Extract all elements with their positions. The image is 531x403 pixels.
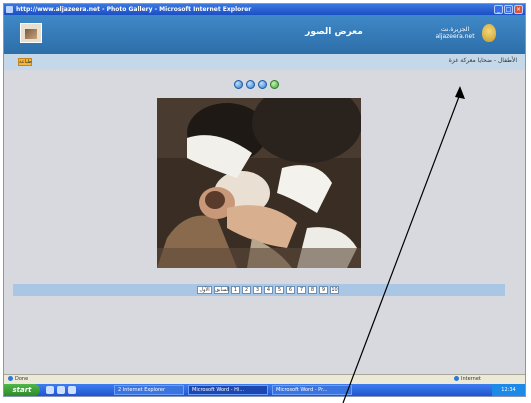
play-slideshow-button[interactable]	[246, 80, 255, 89]
pagination: الأول السابق 1 2 3 4 5 6 7 8 9 10	[197, 286, 339, 294]
logo-text-latin: aljazeera.net	[435, 33, 475, 40]
page-done-icon	[8, 376, 13, 381]
window-controls: _ □ ×	[494, 5, 523, 14]
page-number[interactable]: 8	[308, 286, 317, 294]
status-done-label: Done	[15, 376, 29, 382]
logo-text-arabic: الجزيرة.نت	[440, 26, 470, 33]
maximize-button[interactable]: □	[504, 5, 513, 14]
zone-label: Internet	[461, 376, 481, 382]
sub-navigation-bar: طباعة الأطفال - ضحايا معركة غزة	[4, 54, 525, 70]
main-photo[interactable]	[157, 98, 361, 268]
quick-launch	[46, 386, 76, 394]
page-number[interactable]: 9	[319, 286, 328, 294]
security-zone: Internet	[454, 375, 481, 384]
page-number[interactable]: 4	[264, 286, 273, 294]
print-button[interactable]: طباعة	[18, 58, 32, 66]
page-number[interactable]: 1	[231, 286, 240, 294]
previous-page-button[interactable]: السابق	[214, 286, 229, 294]
previous-photo-button[interactable]	[234, 80, 243, 89]
status-text: Done	[8, 375, 28, 384]
page-number[interactable]: 5	[275, 286, 284, 294]
ie-icon	[6, 6, 13, 13]
windows-taskbar: start 2 Internet Explorer Microsoft Word…	[4, 384, 525, 396]
window-title: http://www.aljazeera.net - Photo Gallery…	[16, 6, 252, 13]
browser-window: http://www.aljazeera.net - Photo Gallery…	[4, 4, 525, 396]
taskbar-item-ie[interactable]: 2 Internet Explorer	[114, 385, 184, 395]
page-number[interactable]: 3	[253, 286, 262, 294]
internet-zone-icon	[454, 376, 459, 381]
photo-image	[157, 98, 361, 268]
media-player-icon[interactable]	[68, 386, 76, 394]
first-page-button[interactable]: الأول	[197, 286, 212, 294]
ie-quicklaunch-icon[interactable]	[57, 386, 65, 394]
taskbar-item-word-1[interactable]: Microsoft Word - Hi...	[188, 385, 268, 395]
start-button[interactable]: start	[4, 384, 40, 396]
page-number[interactable]: 2	[242, 286, 251, 294]
breadcrumb[interactable]: الأطفال - ضحايا معركة غزة	[449, 57, 517, 64]
minimize-button[interactable]: _	[494, 5, 503, 14]
site-header: معرض الصور الجزيرة.نت aljazeera.net	[4, 15, 525, 54]
photo-gallery-icon	[20, 23, 42, 43]
page-number[interactable]: 7	[297, 286, 306, 294]
title-bar[interactable]: http://www.aljazeera.net - Photo Gallery…	[4, 4, 525, 15]
taskbar-item-word-2[interactable]: Microsoft Word - Pr...	[272, 385, 352, 395]
desktop-icon[interactable]	[46, 386, 54, 394]
site-logo-text[interactable]: الجزيرة.نت aljazeera.net	[434, 26, 476, 40]
system-tray-clock[interactable]: 12:34	[492, 384, 525, 396]
page-number[interactable]: 6	[286, 286, 295, 294]
aljazeera-logo-icon[interactable]	[482, 24, 496, 42]
close-button[interactable]: ×	[514, 5, 523, 14]
pager-bar: الأول السابق 1 2 3 4 5 6 7 8 9 10	[13, 284, 505, 296]
next-photo-button[interactable]	[270, 80, 279, 89]
page-number[interactable]: 10	[330, 286, 339, 294]
slideshow-controls	[234, 80, 279, 89]
pause-slideshow-button[interactable]	[258, 80, 267, 89]
page-title: معرض الصور	[305, 27, 363, 37]
